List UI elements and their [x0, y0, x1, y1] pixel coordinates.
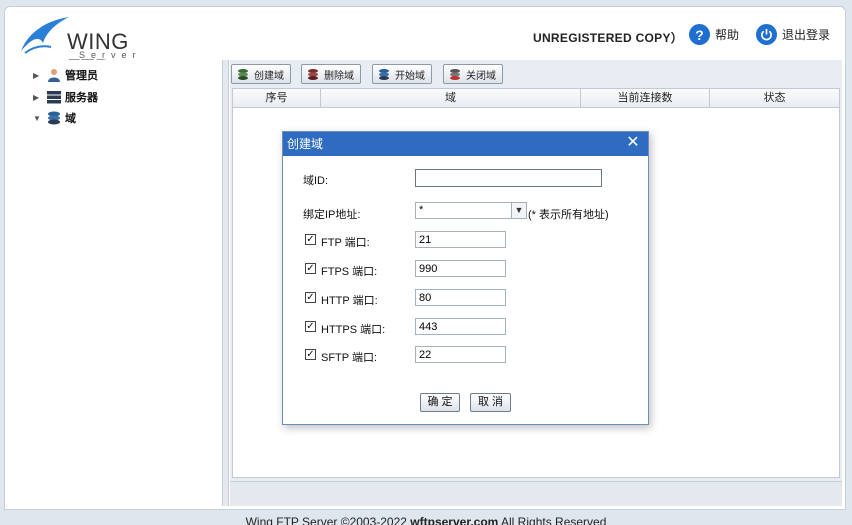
column-header-status[interactable]: 状态 — [710, 89, 839, 108]
copyright-footer: Wing FTP Server ©2003-2022 wftpserver.co… — [0, 515, 852, 525]
column-header-index[interactable]: 序号 — [233, 89, 321, 108]
domain-id-label: 域ID: — [303, 175, 329, 187]
bind-ip-value: * — [419, 204, 424, 216]
footer-prefix: Wing FTP Server ©2003-2022 — [245, 515, 411, 525]
http-port-label: HTTP 端口: — [321, 295, 378, 307]
ftps-port-label: FTPS 端口: — [321, 266, 378, 278]
ftp-port-input[interactable] — [415, 231, 506, 248]
http-port-checkbox[interactable]: ✓ — [305, 292, 316, 303]
sftp-port-checkbox[interactable]: ✓ — [305, 349, 316, 360]
status-bar — [230, 481, 842, 506]
create-domain-dialog: 创建域 ✕ 域ID: 绑定IP地址: * ▼ (* 表示所有地址) ✓ FTP … — [282, 131, 649, 425]
unregistered-notice: UNREGISTERED COPY） — [533, 31, 684, 45]
logout-label: 退出登录 — [782, 28, 831, 42]
close-icon[interactable]: ✕ — [626, 135, 640, 151]
create-domain-label: 创建域 — [254, 70, 284, 82]
ftps-port-input[interactable] — [415, 260, 506, 277]
delete-domain-button[interactable]: 删除域 — [301, 64, 361, 84]
https-port-label: HTTPS 端口: — [321, 324, 386, 336]
sidebar-tree: ▶ 管理员 ▶ 服务器 ▼ 域 — [5, 60, 223, 506]
server-icon — [47, 91, 61, 104]
cancel-button[interactable]: 取 消 — [470, 393, 511, 412]
footer-suffix: All Rights Reserved — [498, 515, 607, 525]
power-icon — [756, 24, 777, 45]
column-header-connections[interactable]: 当前连接数 — [581, 89, 710, 108]
sidebar-item-label: 管理员 — [65, 70, 98, 82]
stop-domain-icon — [450, 69, 460, 80]
help-label: 帮助 — [715, 28, 740, 42]
bind-ip-label: 绑定IP地址: — [303, 209, 361, 221]
sidebar-item-label: 域 — [65, 113, 76, 125]
http-port-input[interactable] — [415, 289, 506, 306]
dialog-titlebar[interactable]: 创建域 ✕ — [283, 132, 648, 156]
dialog-title: 创建域 — [287, 137, 324, 151]
splitter[interactable] — [223, 60, 229, 506]
bind-ip-hint: (* 表示所有地址) — [528, 209, 609, 221]
https-port-checkbox[interactable]: ✓ — [305, 321, 316, 332]
domain-stack-icon — [48, 111, 60, 125]
https-port-input[interactable] — [415, 318, 506, 335]
bind-ip-select[interactable]: * ▼ — [415, 202, 527, 219]
delete-domain-label: 删除域 — [324, 70, 354, 82]
logout-button[interactable]: 退出登录 — [756, 24, 830, 45]
create-domain-button[interactable]: 创建域 — [231, 64, 291, 84]
stop-domain-label: 关闭域 — [466, 70, 496, 82]
wing-ftp-logo: WING FTP Server — [17, 11, 167, 80]
toolbar: 创建域 删除域 开始域 关闭域 — [230, 60, 842, 88]
start-domain-icon — [379, 69, 389, 80]
start-domain-button[interactable]: 开始域 — [372, 64, 432, 84]
column-header-domain[interactable]: 域 — [321, 89, 581, 108]
create-domain-icon — [238, 69, 248, 80]
sidebar-item-label: 服务器 — [65, 92, 98, 104]
domain-id-input[interactable] — [415, 169, 602, 187]
delete-domain-icon — [308, 69, 318, 80]
sidebar-item-admins[interactable]: ▶ 管理员 — [33, 67, 98, 83]
user-icon — [48, 69, 60, 82]
sidebar-item-servers[interactable]: ▶ 服务器 — [33, 89, 98, 105]
app-header: WING FTP Server UNREGISTERED COPY） ? 帮助 … — [4, 6, 846, 80]
expand-arrow-icon[interactable]: ▶ — [33, 71, 43, 80]
sftp-port-label: SFTP 端口: — [321, 352, 378, 364]
help-button[interactable]: ? 帮助 — [689, 24, 739, 45]
ok-button[interactable]: 确 定 — [420, 393, 460, 412]
expand-arrow-icon[interactable]: ▶ — [33, 93, 43, 102]
start-domain-label: 开始域 — [395, 70, 425, 82]
stop-domain-button[interactable]: 关闭域 — [443, 64, 503, 84]
footer-site-link[interactable]: wftpserver.com — [410, 515, 498, 525]
chevron-down-icon[interactable]: ▼ — [511, 203, 526, 218]
ftp-port-checkbox[interactable]: ✓ — [305, 234, 316, 245]
help-icon: ? — [689, 24, 710, 45]
sidebar-item-domains[interactable]: ▼ 域 — [33, 110, 76, 126]
sftp-port-input[interactable] — [415, 346, 506, 363]
ftps-port-checkbox[interactable]: ✓ — [305, 263, 316, 274]
collapse-arrow-icon[interactable]: ▼ — [33, 114, 43, 123]
ftp-port-label: FTP 端口: — [321, 237, 370, 249]
logo-subtext: Server — [79, 50, 142, 60]
table-header: 序号 域 当前连接数 状态 — [233, 89, 839, 108]
